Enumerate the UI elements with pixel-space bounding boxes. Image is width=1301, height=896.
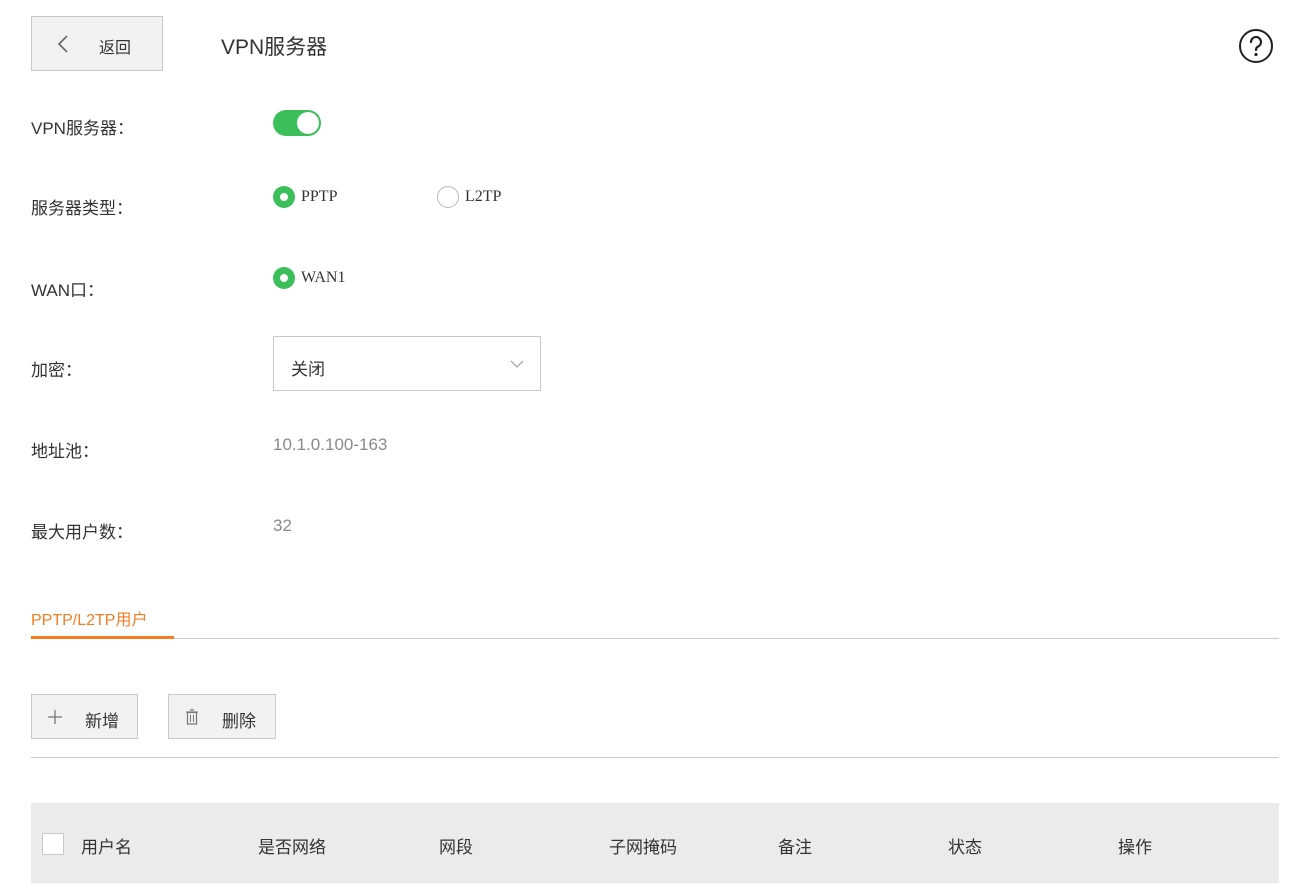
- delete-button[interactable]: 删除: [168, 694, 276, 739]
- address-pool-label: 地址池：: [31, 442, 99, 461]
- column-header-segment: 网段: [439, 838, 473, 857]
- column-header-actions: 操作: [1118, 838, 1152, 857]
- column-header-subnet-mask: 子网掩码: [609, 838, 677, 857]
- max-users-value: 32: [273, 516, 292, 535]
- page-header: 返回 VPN服务器: [0, 0, 1301, 80]
- add-button-label: 新增: [85, 712, 119, 731]
- server-type-label: 服务器类型：: [31, 199, 133, 218]
- radio-wan1-label: WAN1: [301, 269, 346, 286]
- radio-l2tp[interactable]: L2TP: [437, 186, 501, 208]
- chevron-down-icon: [510, 360, 524, 368]
- radio-selected-icon: [273, 267, 295, 289]
- encryption-select[interactable]: 关闭: [273, 336, 541, 391]
- wan-label: WAN口：: [31, 281, 105, 300]
- back-button-label: 返回: [99, 40, 132, 57]
- radio-l2tp-label: L2TP: [465, 188, 502, 205]
- table-header: 用户名 是否网络 网段 子网掩码 备注 状态 操作: [31, 803, 1279, 883]
- chevron-left-icon: [57, 35, 68, 53]
- radio-pptp[interactable]: PPTP: [273, 186, 337, 208]
- tab-divider: [31, 638, 1279, 639]
- delete-button-label: 删除: [222, 712, 256, 731]
- column-header-status: 状态: [948, 838, 982, 857]
- max-users-label: 最大用户数：: [31, 523, 133, 542]
- column-header-remark: 备注: [778, 838, 812, 857]
- encryption-select-value: 关闭: [291, 360, 325, 379]
- address-pool-value: 10.1.0.100-163: [273, 435, 388, 454]
- radio-pptp-label: PPTP: [301, 188, 338, 205]
- toolbar-divider: [31, 757, 1279, 758]
- radio-wan1[interactable]: WAN1: [273, 267, 345, 289]
- toggle-knob: [297, 112, 319, 134]
- back-button[interactable]: 返回: [31, 16, 163, 71]
- select-all-checkbox[interactable]: [42, 833, 64, 855]
- encryption-label: 加密：: [31, 361, 82, 380]
- radio-selected-icon: [273, 186, 295, 208]
- add-button[interactable]: 新增: [31, 694, 138, 739]
- tab-pptp-l2tp-users[interactable]: PPTP/L2TP用户: [31, 606, 147, 630]
- trash-icon: [186, 709, 198, 725]
- active-tab-indicator: [31, 636, 174, 639]
- vpn-server-label: VPN服务器：: [31, 119, 134, 138]
- radio-unselected-icon: [437, 186, 459, 208]
- question-circle-icon[interactable]: [1238, 28, 1274, 64]
- vpn-server-toggle[interactable]: [273, 110, 321, 136]
- page-title: VPN服务器: [221, 36, 328, 59]
- column-header-username: 用户名: [81, 838, 132, 857]
- plus-icon: [48, 710, 62, 724]
- column-header-network: 是否网络: [258, 838, 326, 857]
